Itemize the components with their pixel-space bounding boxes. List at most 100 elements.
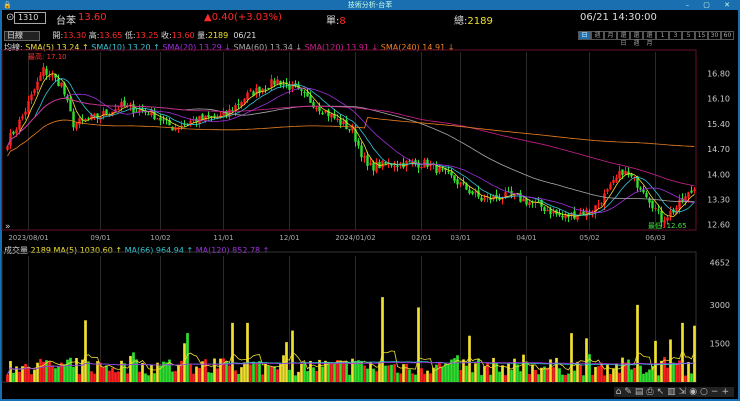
candle bbox=[612, 179, 615, 184]
volume-bar bbox=[609, 373, 612, 382]
price-volume-chart[interactable]: 2023/08/01 09/01 10/02 11/01 12/01 2024/01/02… bbox=[0, 0, 740, 401]
volume-bar bbox=[534, 369, 537, 382]
candle bbox=[651, 200, 654, 209]
volume-bar bbox=[126, 373, 129, 382]
volume-bar bbox=[204, 359, 207, 382]
volume-bar bbox=[525, 361, 528, 382]
volume-bar bbox=[447, 364, 450, 382]
volume-bar bbox=[399, 373, 402, 382]
volume-bar bbox=[348, 374, 351, 382]
chart-toolbar[interactable]: ⌂✎▤⎙↖▥⇲◉○−+ bbox=[613, 387, 734, 397]
volume-bar bbox=[24, 363, 27, 382]
candle bbox=[552, 211, 555, 214]
volume-bar bbox=[267, 365, 270, 382]
volume-bar bbox=[18, 371, 21, 382]
volume-bar bbox=[363, 365, 366, 382]
volume-bar bbox=[189, 363, 192, 382]
candle bbox=[693, 189, 696, 191]
volume-bar bbox=[285, 342, 288, 382]
volume-bar bbox=[261, 374, 264, 382]
price-tick: 12.60 bbox=[707, 221, 730, 230]
candle bbox=[624, 170, 627, 175]
candle bbox=[621, 169, 624, 175]
volume-bar bbox=[582, 375, 585, 382]
volume-bar bbox=[522, 354, 525, 382]
volume-bar bbox=[669, 339, 672, 382]
volume-bar bbox=[324, 360, 327, 382]
candle bbox=[366, 155, 369, 166]
candle bbox=[420, 166, 423, 168]
candle bbox=[246, 92, 249, 100]
volume-bar bbox=[219, 358, 222, 382]
candle bbox=[201, 114, 204, 120]
volume-bar bbox=[552, 367, 555, 382]
volume-bar bbox=[111, 367, 114, 382]
date-tick: 11/01 bbox=[213, 234, 233, 242]
volume-bar bbox=[93, 373, 96, 382]
date-tick: 2024/01/02 bbox=[335, 234, 375, 242]
volume-bar bbox=[471, 372, 474, 382]
volume-bar bbox=[672, 362, 675, 382]
volume-bar bbox=[531, 364, 534, 382]
candle bbox=[24, 111, 27, 115]
candle bbox=[471, 191, 474, 194]
volume-bar bbox=[528, 374, 531, 382]
date-tick: 02/01 bbox=[411, 234, 431, 242]
volume-bar bbox=[297, 371, 300, 382]
volume-bar bbox=[150, 364, 153, 382]
volume-bar bbox=[459, 370, 462, 382]
volume-bar bbox=[66, 359, 69, 382]
candle bbox=[282, 83, 285, 85]
candle bbox=[462, 182, 465, 184]
candle bbox=[438, 167, 441, 173]
candle bbox=[159, 117, 162, 121]
candle bbox=[357, 140, 360, 146]
volume-bar bbox=[270, 366, 273, 382]
volume-bar bbox=[507, 363, 510, 382]
candle bbox=[360, 145, 363, 158]
candle bbox=[642, 190, 645, 193]
sma-120-line bbox=[7, 97, 695, 187]
volume-bar bbox=[657, 375, 660, 382]
volume-bar bbox=[234, 370, 237, 382]
volume-bar bbox=[177, 364, 180, 382]
volume-bar bbox=[519, 371, 522, 382]
volume-bar bbox=[207, 372, 210, 382]
candle bbox=[270, 79, 273, 88]
volume-bar bbox=[684, 375, 687, 382]
volume-bar bbox=[63, 364, 66, 382]
volume-bar bbox=[171, 371, 174, 382]
volume-bar bbox=[438, 362, 441, 382]
volume-bar bbox=[345, 361, 348, 382]
volume-bar bbox=[123, 363, 126, 382]
candle bbox=[30, 94, 33, 101]
volume-bar bbox=[654, 340, 657, 382]
volume-bar bbox=[444, 363, 447, 382]
candle bbox=[45, 68, 48, 75]
candle bbox=[276, 79, 279, 84]
candle bbox=[21, 116, 24, 119]
volume-bar bbox=[546, 367, 549, 382]
volume-tick: 3000 bbox=[710, 301, 730, 310]
volume-bar bbox=[27, 366, 30, 382]
date-tick: 10/02 bbox=[150, 234, 170, 242]
candle bbox=[618, 170, 621, 179]
volume-bar bbox=[333, 362, 336, 382]
volume-tick: 1500 bbox=[710, 339, 730, 348]
volume-bar bbox=[156, 362, 159, 382]
candle bbox=[123, 100, 126, 107]
volume-bar bbox=[423, 373, 426, 382]
candle bbox=[426, 159, 429, 167]
candle bbox=[309, 95, 312, 103]
volume-bar bbox=[675, 363, 678, 382]
volume-bar bbox=[666, 367, 669, 382]
candle bbox=[315, 107, 318, 110]
candle bbox=[483, 197, 486, 200]
expand-icon[interactable]: » bbox=[5, 222, 11, 232]
volume-bar bbox=[381, 297, 384, 382]
volume-bar bbox=[141, 362, 144, 382]
candle bbox=[348, 129, 351, 131]
candle bbox=[105, 109, 108, 115]
candle bbox=[207, 114, 210, 118]
volume-bar bbox=[90, 371, 93, 382]
